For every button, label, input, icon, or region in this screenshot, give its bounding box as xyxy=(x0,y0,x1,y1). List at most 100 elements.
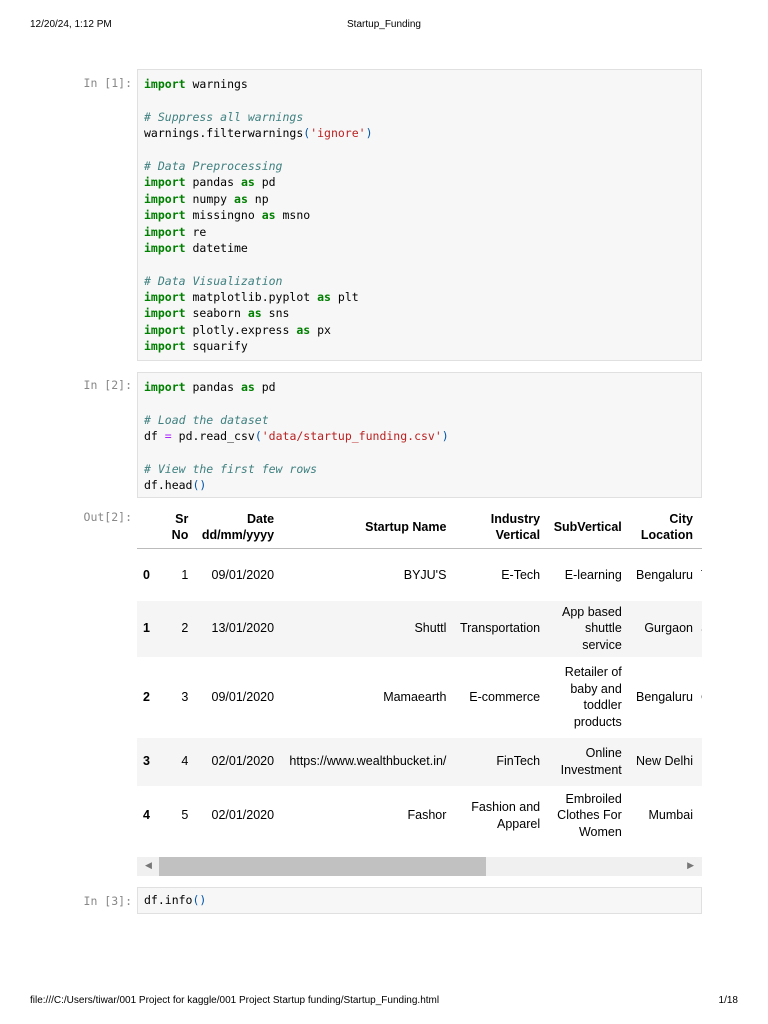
table-cell: Mumbai xyxy=(648,808,693,823)
code-line: import matplotlib.pyplot as plt xyxy=(144,289,695,305)
code-line: import warnings xyxy=(144,76,695,92)
code-token: ( xyxy=(254,429,262,444)
code-token: as xyxy=(240,175,255,190)
code-line: # Load the dataset xyxy=(144,412,695,428)
cell-prompt: In [3]: xyxy=(83,894,132,908)
table-cell xyxy=(696,737,702,786)
code-token: import xyxy=(144,306,186,321)
code-token: import xyxy=(144,290,186,305)
code-token: pandas xyxy=(185,175,241,190)
row-index: 3 xyxy=(137,737,161,786)
table-cell: Bengaluru xyxy=(635,567,693,582)
table-cell: 5 xyxy=(181,808,189,823)
code-token: squarify xyxy=(185,339,248,354)
code-line: import seaborn as sns xyxy=(144,305,695,321)
table-cell: 09/01/2020 xyxy=(211,689,275,704)
row-index: 1 xyxy=(137,600,161,657)
table-cell: Fashion and Apparel xyxy=(471,800,541,831)
scroll-right-icon[interactable]: ▶ xyxy=(687,860,694,871)
code-token: as xyxy=(247,306,262,321)
table-cell: Sus xyxy=(696,600,702,657)
scroll-left-icon[interactable]: ◀ xyxy=(145,860,152,871)
table-cell: 4 xyxy=(160,737,193,786)
table-cell: Shuttl xyxy=(278,600,451,657)
column-header: Industry Vertical xyxy=(450,505,545,549)
column-header xyxy=(696,505,702,549)
code-token: pd.read_csv xyxy=(171,429,255,444)
table-cell: Gurgaon xyxy=(625,600,697,657)
code-line: df.info() xyxy=(144,892,695,908)
code-token: import xyxy=(144,191,186,206)
code-token: pd xyxy=(254,175,276,190)
code-line: import missingno as msno xyxy=(144,207,695,223)
table-cell: 09/01/2020 xyxy=(211,567,275,582)
code-token: 'ignore' xyxy=(310,126,366,141)
code-token: matplotlib.pyplot xyxy=(185,290,318,305)
code-token: import xyxy=(144,240,186,255)
code-token: # Load the dataset xyxy=(144,412,269,427)
code-line: import pandas as pd xyxy=(144,379,695,395)
code-token: ) xyxy=(365,126,373,141)
table-row: 2 3 09/01/2020 Mamaearth E-commerce Retailer … xyxy=(137,657,702,738)
code-token: df.info xyxy=(144,893,193,907)
code-line: # View the first few rows xyxy=(144,461,695,477)
column-header xyxy=(137,505,161,549)
code-line: df = pd.read_csv('data/startup_funding.c… xyxy=(144,428,695,444)
code-token: as xyxy=(261,208,276,223)
table-cell: 1 xyxy=(181,567,189,582)
code-token: as xyxy=(240,380,255,394)
table-row: 0 1 09/01/2020 BYJU'S E-Tech E-learning Bengal… xyxy=(137,549,702,601)
code-token: = xyxy=(164,429,172,444)
table-cell: FinTech xyxy=(450,737,545,786)
column-header: City Location xyxy=(625,505,697,549)
code-cell-2[interactable]: import pandas as pd # Load the dataset df … xyxy=(137,372,702,498)
code-token: import xyxy=(144,224,186,239)
row-index: 0 xyxy=(143,567,150,582)
code-token: plt xyxy=(330,290,359,305)
code-token: seaborn xyxy=(185,306,248,321)
code-token: import xyxy=(144,77,186,91)
code-token: warnings xyxy=(185,77,248,91)
code-token: # Data Preprocessing xyxy=(144,158,283,173)
code-token: import xyxy=(144,339,186,354)
code-line: import plotly.express as px xyxy=(144,322,695,338)
code-cell-1[interactable]: import warnings # Suppress all warnings wa… xyxy=(137,69,702,361)
code-token: np xyxy=(247,191,269,206)
code-token: as xyxy=(296,322,311,337)
code-cell-3[interactable]: df.info() xyxy=(137,887,702,914)
code-token: # Data Visualization xyxy=(144,273,283,288)
code-token: import xyxy=(144,175,186,190)
table-cell: Bengaluru xyxy=(635,689,693,704)
table-cell: E-Tech xyxy=(501,567,541,582)
scrollbar-thumb[interactable] xyxy=(159,857,486,876)
table-cell: 02/01/2020 xyxy=(211,808,275,823)
cell-prompt: In [2]: xyxy=(83,378,132,392)
code-line: warnings.filterwarnings('ignore') xyxy=(144,125,695,141)
column-header: Date dd/mm/yyyy xyxy=(192,505,279,549)
code-token: px xyxy=(310,322,331,337)
code-token: plotly.express xyxy=(185,322,297,337)
row-index: 2 xyxy=(143,689,150,704)
table-cell: App based shuttle service xyxy=(544,600,626,657)
table-cell: Mamaearth xyxy=(383,689,447,704)
print-footer-path: file:///C:/Users/tiwar/001 Project for k… xyxy=(30,995,440,1006)
code-line: import squarify xyxy=(144,338,695,354)
dataframe-output: Sr No Date dd/mm/yyyy Startup Name Industry… xyxy=(137,505,702,850)
code-token: re xyxy=(185,224,207,239)
code-line: df.head() xyxy=(144,477,695,493)
code-token: warnings.filterwarnings xyxy=(144,126,304,141)
table-cell: BYJU'S xyxy=(403,567,447,582)
code-token: as xyxy=(234,191,248,206)
table-cell: 3 xyxy=(181,689,189,704)
code-line: # Data Preprocessing xyxy=(144,158,695,174)
table-row: 3 4 02/01/2020 https://www.wealthbucket.in/… xyxy=(137,737,702,786)
table-cell: 2 xyxy=(160,600,193,657)
code-line: import datetime xyxy=(144,240,695,256)
code-token: df xyxy=(144,429,165,444)
horizontal-scrollbar[interactable]: ◀ ▶ xyxy=(137,857,702,876)
code-token: msno xyxy=(275,208,311,223)
table-cell: Online Investment xyxy=(544,737,626,786)
